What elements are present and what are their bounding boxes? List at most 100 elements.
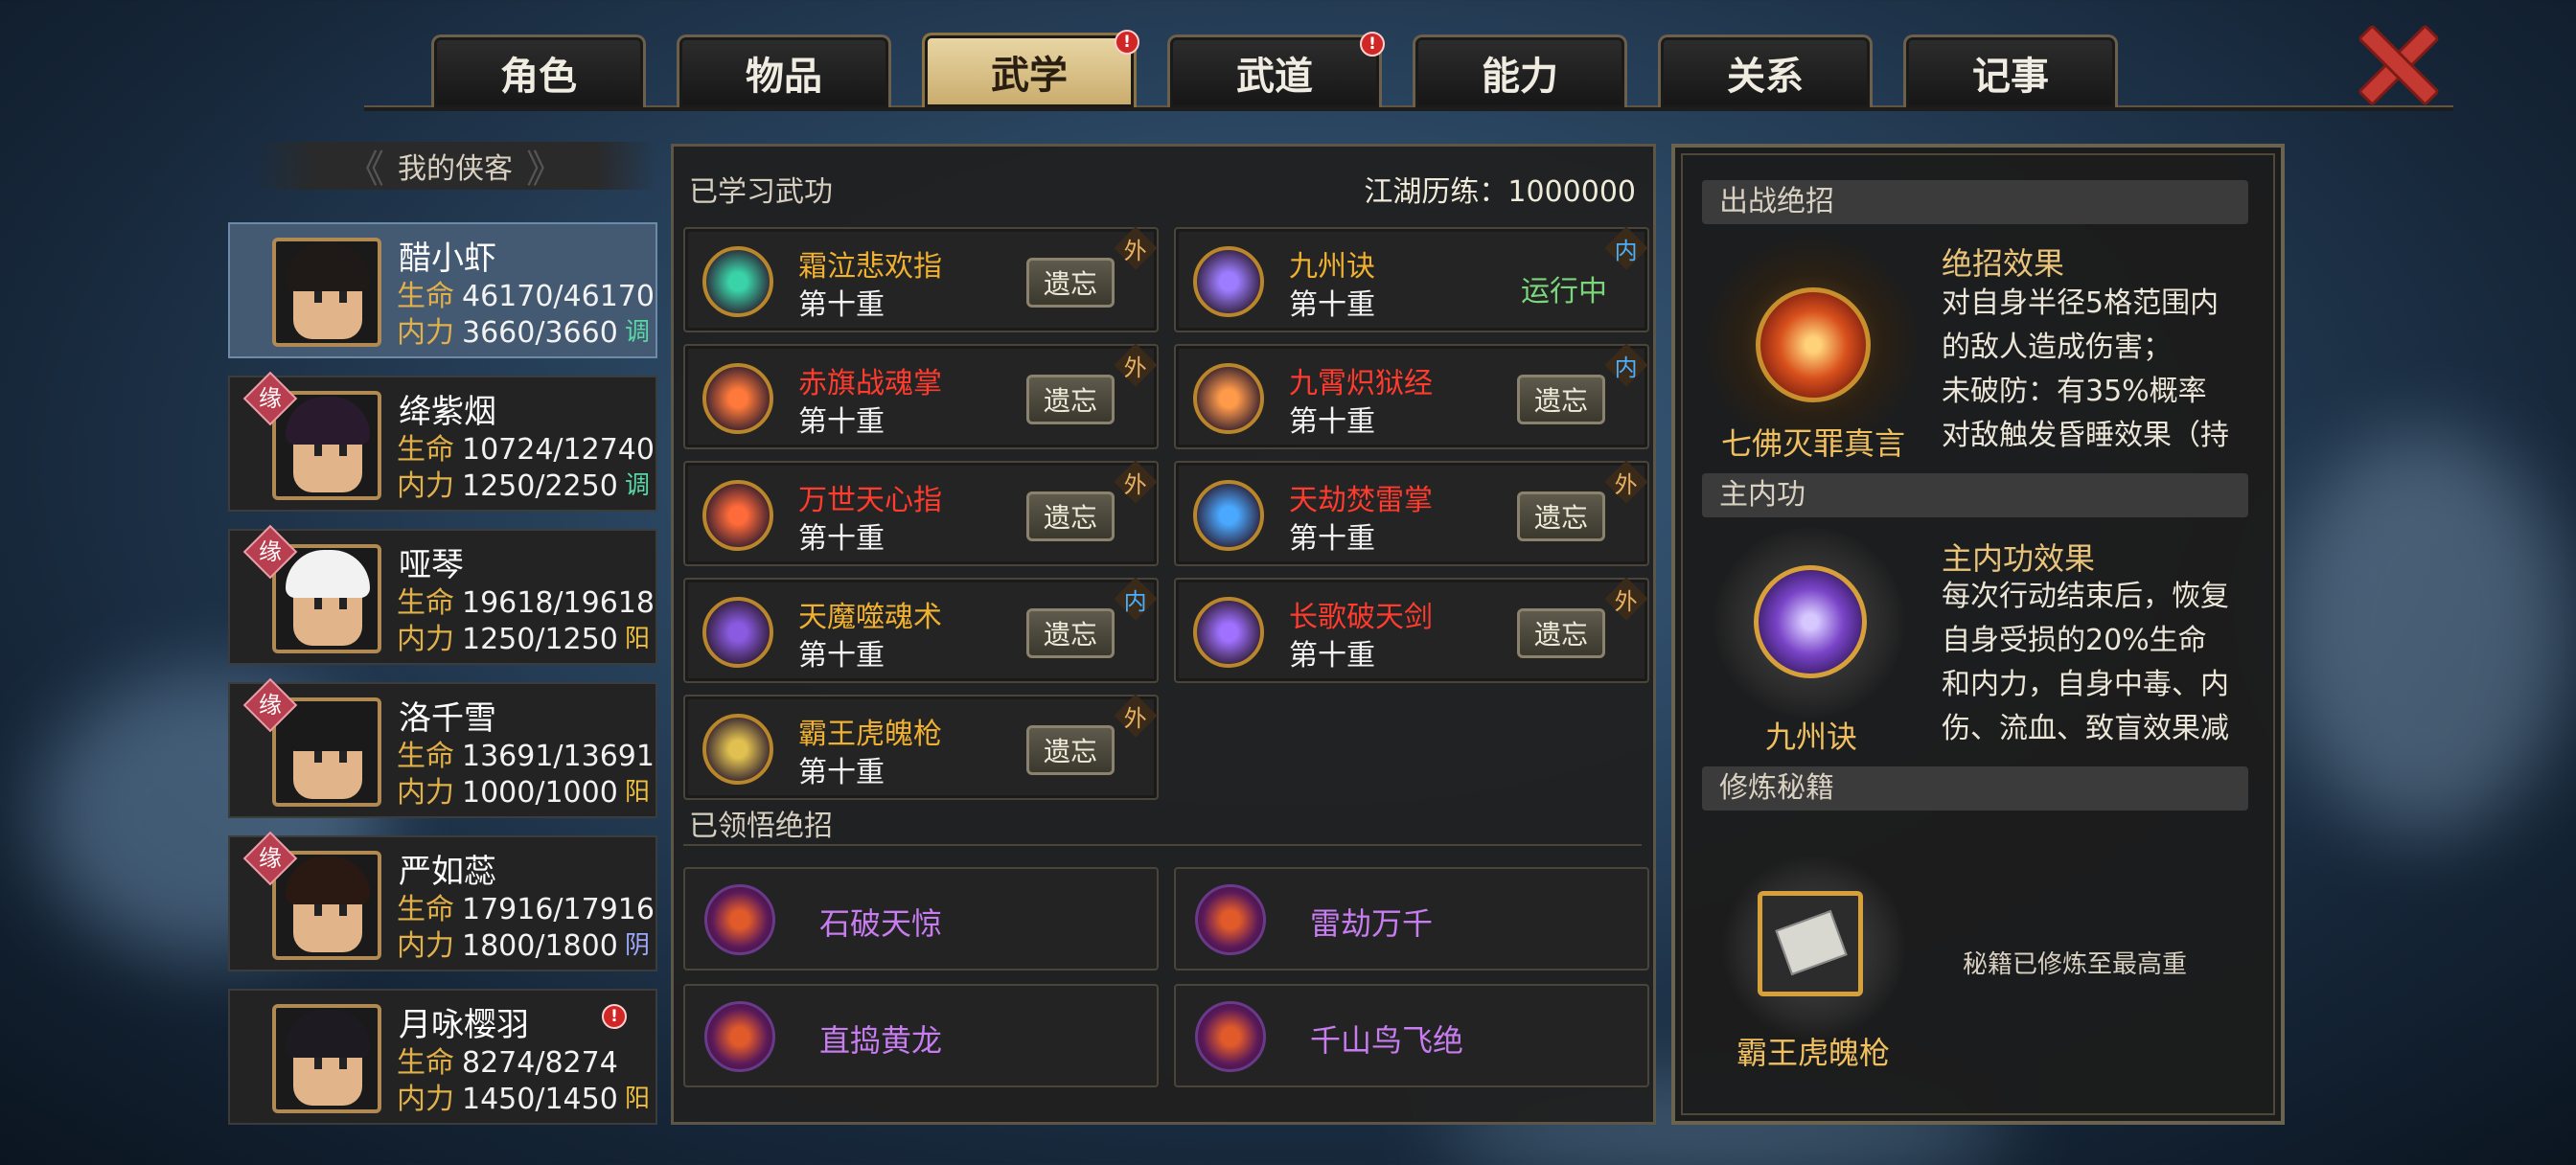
avatar-eye: [339, 1058, 347, 1069]
battle-effect-title: 绝招效果: [1942, 245, 2065, 282]
skill-card[interactable]: 赤旗战魂掌 第十重 遗忘 外: [683, 343, 1159, 449]
avatar-eye: [314, 598, 322, 609]
effect-line: 的敌人造成伤害；: [1942, 331, 2172, 364]
skill-icon: [702, 714, 773, 785]
mp-label: 内力: [397, 316, 454, 350]
skill-card[interactable]: 天魔噬魂术 第十重 遗忘 内: [683, 577, 1159, 683]
avatar-hair: [286, 1010, 370, 1058]
skill-type-badge: 外: [1114, 226, 1158, 270]
hero-card[interactable]: 月咏樱羽 ! 生命 8274/8274 内力 1450/1450 阳: [228, 989, 657, 1125]
avatar-eye: [314, 291, 322, 303]
ultimate-card[interactable]: 千山鸟飞绝: [1174, 984, 1649, 1087]
tab-label: 记事: [1972, 54, 2049, 99]
skill-level: 第十重: [798, 639, 885, 673]
equip-panel: 出战绝招 七佛灭罪真言 绝招效果 对自身半径5格范围内 的敌人造成伤害； 未破防：有…: [1671, 144, 2285, 1125]
hero-card[interactable]: 缘 哑琴 生命 19618/19618 内力 1250/1250 阳: [228, 524, 657, 665]
skill-type-badge: 外: [1604, 460, 1648, 504]
ultimate-card[interactable]: 雷劫万千: [1174, 867, 1649, 971]
close-icon[interactable]: [2350, 19, 2440, 105]
mp-row: 内力 1250/1250: [397, 615, 618, 657]
avatar-hair: [286, 397, 370, 445]
tab-1[interactable]: 物品: [677, 34, 891, 107]
skill-card[interactable]: 万世天心指 第十重 遗忘 外: [683, 460, 1159, 566]
avatar: [272, 238, 381, 347]
ultimate-card[interactable]: 直捣黄龙: [683, 984, 1159, 1087]
forget-button[interactable]: 遗忘: [1517, 491, 1605, 541]
hero-tag: 阳: [624, 1085, 650, 1113]
skill-name: 长歌破天剑: [1289, 601, 1433, 634]
ultimate-card[interactable]: 石破天惊: [683, 867, 1159, 971]
battle-skill-icon[interactable]: [1756, 287, 1871, 402]
effect-line: 每次行动结束后，恢复: [1942, 580, 2229, 613]
skill-card[interactable]: 九州诀 第十重 运行中 内: [1174, 226, 1649, 332]
skill-card[interactable]: 霜泣悲欢指 第十重 遗忘 外: [683, 226, 1159, 332]
mp-row: 内力 1800/1800: [397, 922, 618, 964]
forget-button[interactable]: 遗忘: [1026, 491, 1115, 541]
forget-button[interactable]: 遗忘: [1026, 375, 1115, 424]
skill-name: 天魔噬魂术: [798, 601, 942, 634]
book-icon[interactable]: [1758, 891, 1863, 996]
skill-icon: [1193, 363, 1264, 434]
forget-button[interactable]: 遗忘: [1026, 258, 1115, 308]
hero-card[interactable]: 缘 绛紫烟 生命 10724/12740 内力 1250/2250 调: [228, 371, 657, 512]
mp-label: 内力: [397, 1083, 454, 1116]
skill-card[interactable]: 霸王虎魄枪 第十重 遗忘 外: [683, 694, 1159, 800]
inner-effect-title: 主内功效果: [1942, 540, 2096, 577]
mp-value: 1450/1450: [462, 1083, 618, 1116]
skill-name: 霸王虎魄枪: [798, 718, 942, 751]
tab-3[interactable]: 武道!: [1167, 32, 1385, 107]
book-status: 秘籍已修炼至最高重: [1963, 950, 2188, 979]
inner-skill-header: 主内功: [1702, 473, 2248, 517]
ultimate-icon: [1195, 1001, 1266, 1072]
tab-label: 角色: [500, 54, 577, 99]
background-blur-right: [2281, 431, 2568, 834]
skill-card[interactable]: 九霄炽狱经 第十重 遗忘 内: [1174, 343, 1649, 449]
skill-card[interactable]: 长歌破天剑 第十重 遗忘 外: [1174, 577, 1649, 683]
mp-value: 1250/1250: [462, 623, 618, 656]
avatar-hair: [286, 243, 370, 291]
chevron-left-icon[interactable]: 《: [346, 138, 384, 194]
my-heroes-header: 《 我的侠客 》: [254, 142, 656, 192]
mp-row: 内力 1250/2250: [397, 462, 618, 504]
mp-label: 内力: [397, 929, 454, 963]
avatar-hair: [286, 550, 370, 598]
skill-type-badge: 内: [1604, 343, 1648, 387]
bond-label: 缘: [259, 385, 282, 412]
hero-card[interactable]: 缘 严如蕊 生命 17916/17916 内力 1800/1800 阴: [228, 831, 657, 971]
effect-line: 对敌触发昏睡效果（持: [1942, 419, 2229, 452]
skill-type-label: 外: [1615, 470, 1638, 498]
ultimate-icon: [1195, 884, 1266, 955]
tab-4[interactable]: 能力: [1413, 34, 1627, 107]
inner-skill-name: 九州诀: [1764, 719, 1857, 755]
forget-button[interactable]: 遗忘: [1026, 608, 1115, 658]
tab-0[interactable]: 角色: [431, 34, 646, 107]
exp-value: 1000000: [1507, 175, 1636, 209]
ultimate-name: 石破天惊: [819, 905, 943, 942]
hero-card[interactable]: 缘 洛千雪 生命 13691/13691 内力 1000/1000 阳: [228, 677, 657, 818]
skill-type-label: 外: [1124, 704, 1147, 732]
alert-badge-icon: !: [1360, 32, 1385, 57]
tab-6[interactable]: 记事: [1903, 34, 2118, 107]
tab-label: 武学: [991, 53, 1068, 98]
mp-value: 1000/1000: [462, 776, 618, 810]
forget-button[interactable]: 遗忘: [1517, 375, 1605, 424]
tab-5[interactable]: 关系: [1658, 34, 1873, 107]
skill-type-label: 内: [1615, 354, 1638, 381]
skill-type-label: 外: [1615, 587, 1638, 615]
hero-card[interactable]: 醋小虾 生命 46170/46170 内力 3660/3660 调: [228, 222, 657, 358]
mp-value: 1800/1800: [462, 929, 618, 963]
tab-label: 武道: [1236, 54, 1313, 99]
ultimate-name: 雷劫万千: [1310, 905, 1434, 942]
mp-value: 3660/3660: [462, 316, 618, 350]
inner-skill-icon[interactable]: [1754, 565, 1867, 678]
battle-skill-header: 出战绝招: [1702, 180, 2248, 224]
forget-button[interactable]: 遗忘: [1517, 608, 1605, 658]
ultimate-name: 直捣黄龙: [819, 1022, 943, 1059]
avatar: [272, 1004, 381, 1113]
forget-button[interactable]: 遗忘: [1026, 725, 1115, 775]
skill-icon: [1193, 246, 1264, 317]
tab-2[interactable]: 武学!: [922, 30, 1139, 107]
skill-level: 第十重: [798, 405, 885, 439]
chevron-right-icon[interactable]: 》: [526, 138, 564, 194]
skill-card[interactable]: 天劫焚雷掌 第十重 遗忘 外: [1174, 460, 1649, 566]
